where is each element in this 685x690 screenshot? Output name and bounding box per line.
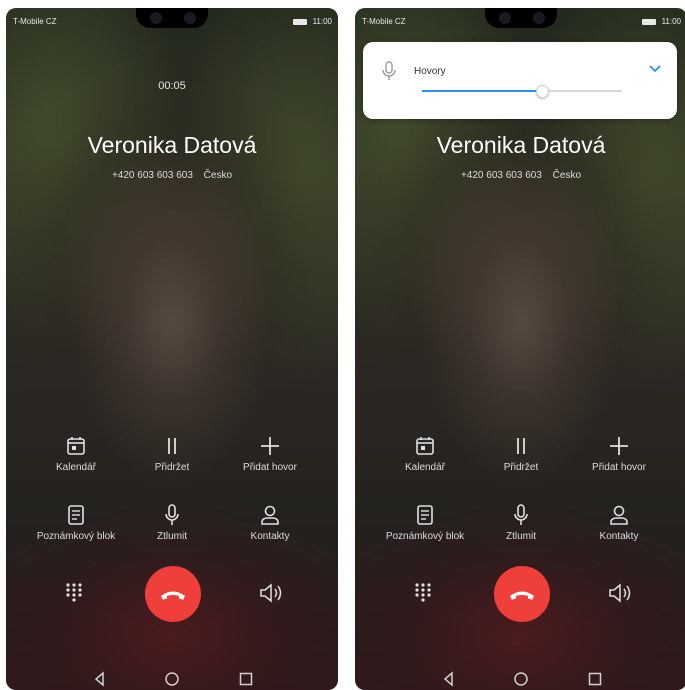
add-call-label: Přidat hovor xyxy=(592,462,646,473)
person-icon xyxy=(610,505,628,525)
home-icon[interactable] xyxy=(164,671,180,687)
end-call-icon xyxy=(161,591,185,600)
chevron-down-icon[interactable] xyxy=(648,64,662,74)
calendar-label: Kalendář xyxy=(404,462,446,473)
phone-number: +420 603 603 603 xyxy=(111,170,193,181)
microphone-icon xyxy=(514,504,528,525)
status-time: 11:00 xyxy=(661,17,681,26)
contacts-button[interactable]: Kontakty xyxy=(220,502,320,542)
call-screen-right: T-Mobile CZ 11:00 Hovory Veronika Datová… xyxy=(355,8,685,690)
volume-slider-fill xyxy=(422,90,542,92)
battery-icon xyxy=(293,18,308,25)
contacts-label: Kontakty xyxy=(250,531,290,542)
status-time: 11:00 xyxy=(312,17,332,26)
call-timer: 00:05 xyxy=(158,80,186,92)
navigation-bar xyxy=(355,668,685,690)
country-label: Česko xyxy=(552,170,582,181)
contacts-button[interactable]: Kontakty xyxy=(569,502,669,542)
country-label: Česko xyxy=(203,170,233,181)
microphone-icon xyxy=(165,504,179,525)
hold-button[interactable]: Přidržet xyxy=(471,433,571,473)
volume-slider-thumb[interactable] xyxy=(536,85,549,98)
recents-icon[interactable] xyxy=(587,671,603,687)
speaker-icon[interactable] xyxy=(258,582,284,604)
dialpad-icon[interactable] xyxy=(411,580,435,606)
calendar-icon xyxy=(416,437,434,455)
volume-label: Hovory xyxy=(414,66,446,77)
volume-popup: Hovory xyxy=(363,42,677,119)
phone-number: +420 603 603 603 xyxy=(460,170,542,181)
contact-name: Veronika Datová xyxy=(87,132,257,158)
status-bar: T-Mobile CZ 11:00 xyxy=(6,8,338,34)
navigation-bar xyxy=(6,668,338,690)
add-call-button[interactable]: Přidat hovor xyxy=(569,433,669,473)
home-icon[interactable] xyxy=(513,671,529,687)
hold-button[interactable]: Přidržet xyxy=(122,433,222,473)
pause-icon xyxy=(517,438,525,454)
status-bar: T-Mobile CZ 11:00 xyxy=(355,8,685,34)
mute-label: Ztlumit xyxy=(506,531,536,542)
dialpad-icon[interactable] xyxy=(62,580,86,606)
end-call-button[interactable] xyxy=(494,566,550,622)
notepad-button[interactable]: Poznámkový blok xyxy=(375,502,475,542)
calendar-icon xyxy=(67,437,85,455)
hold-label: Přidržet xyxy=(154,462,190,473)
pause-icon xyxy=(168,438,176,454)
end-call-button[interactable] xyxy=(145,566,201,622)
contact-number-row: +420 603 603 603 Česko xyxy=(355,170,685,181)
plus-icon xyxy=(610,437,628,455)
notepad-icon xyxy=(68,505,84,525)
back-icon[interactable] xyxy=(441,671,457,687)
notepad-button[interactable]: Poznámkový blok xyxy=(26,502,126,542)
carrier-label: T-Mobile CZ xyxy=(13,17,57,26)
call-screen-left: T-Mobile CZ 11:00 00:05 Veronika Datová … xyxy=(6,8,338,690)
calendar-label: Kalendář xyxy=(55,462,97,473)
person-icon xyxy=(261,505,279,525)
contact-name: Veronika Datová xyxy=(436,132,606,158)
volume-slider[interactable] xyxy=(422,85,622,98)
notepad-label: Poznámkový blok xyxy=(36,531,116,542)
calendar-button[interactable]: Kalendář xyxy=(375,433,475,473)
carrier-label: T-Mobile CZ xyxy=(362,17,406,26)
add-call-label: Přidat hovor xyxy=(243,462,297,473)
recents-icon[interactable] xyxy=(238,671,254,687)
mute-button[interactable]: Ztlumit xyxy=(122,502,222,542)
battery-icon xyxy=(642,18,657,25)
notepad-icon xyxy=(417,505,433,525)
end-call-icon xyxy=(510,591,534,600)
hold-label: Přidržet xyxy=(503,462,539,473)
speaker-icon[interactable] xyxy=(607,582,633,604)
notepad-label: Poznámkový blok xyxy=(385,531,465,542)
plus-icon xyxy=(261,437,279,455)
calendar-button[interactable]: Kalendář xyxy=(26,433,126,473)
contacts-label: Kontakty xyxy=(599,531,639,542)
mute-label: Ztlumit xyxy=(157,531,187,542)
mute-button[interactable]: Ztlumit xyxy=(471,502,571,542)
back-icon[interactable] xyxy=(92,671,108,687)
microphone-icon xyxy=(382,61,396,80)
contact-number-row: +420 603 603 603 Česko xyxy=(6,170,338,181)
add-call-button[interactable]: Přidat hovor xyxy=(220,433,320,473)
